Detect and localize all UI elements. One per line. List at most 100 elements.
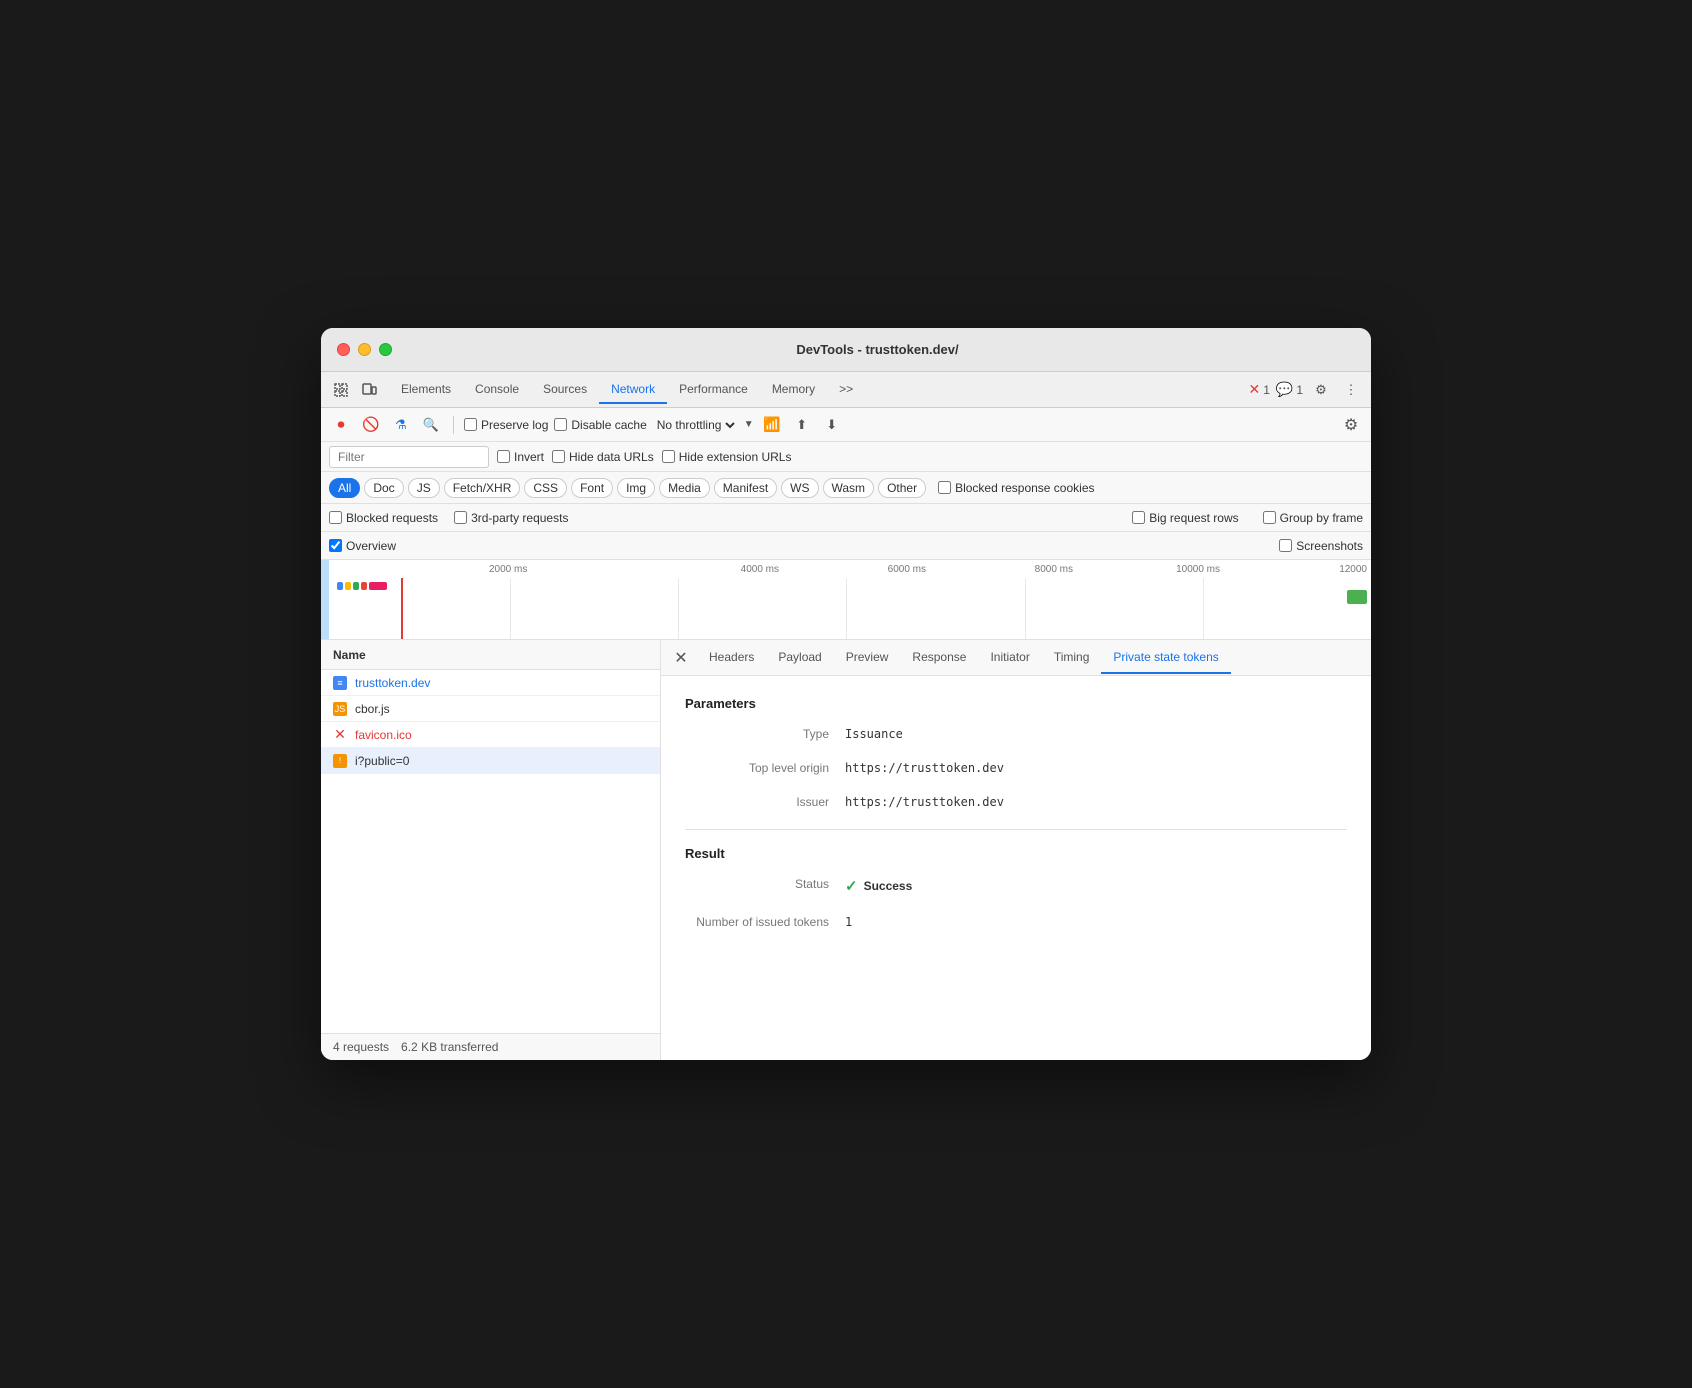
request-item-3[interactable]: ! i?public=0 xyxy=(321,748,660,774)
throttle-select[interactable]: No throttling xyxy=(653,417,738,433)
options-row: Blocked requests 3rd-party requests Big … xyxy=(321,504,1371,532)
hide-extension-urls-checkbox[interactable] xyxy=(662,450,675,463)
screenshots-checkbox[interactable] xyxy=(1279,539,1292,552)
request-item-2[interactable]: ✕ favicon.ico xyxy=(321,722,660,748)
download-icon[interactable]: ⬇ xyxy=(820,413,844,437)
request-item-1[interactable]: JS cbor.js xyxy=(321,696,660,722)
filter-bar: Invert Hide data URLs Hide extension URL… xyxy=(321,442,1371,472)
filter-btn-doc[interactable]: Doc xyxy=(364,478,403,498)
filter-btn-js[interactable]: JS xyxy=(408,478,440,498)
filter-btn-ws[interactable]: WS xyxy=(781,478,818,498)
timeline-vline-3 xyxy=(846,578,847,639)
timeline-label-5: 12000 xyxy=(1224,564,1371,575)
third-party-requests-label[interactable]: 3rd-party requests xyxy=(454,511,568,525)
inspect-element-icon[interactable] xyxy=(329,378,353,402)
overview-checkbox[interactable] xyxy=(329,539,342,552)
tab-memory[interactable]: Memory xyxy=(760,376,827,404)
hide-data-urls-checkbox[interactable] xyxy=(552,450,565,463)
devtools-body: Elements Console Sources Network Perform… xyxy=(321,372,1371,1060)
detail-tab-preview[interactable]: Preview xyxy=(834,642,901,674)
result-section: Result Status ✓ Success Number of issued… xyxy=(685,846,1347,929)
param-row-status: Status ✓ Success xyxy=(685,877,1347,895)
clear-button[interactable]: 🚫 xyxy=(359,413,383,437)
blocked-requests-label[interactable]: Blocked requests xyxy=(329,511,438,525)
filter-btn-css[interactable]: CSS xyxy=(524,478,567,498)
timeline-green-block xyxy=(1347,590,1367,604)
filter-btn-media[interactable]: Media xyxy=(659,478,710,498)
hide-extension-urls-label[interactable]: Hide extension URLs xyxy=(662,450,792,464)
blocked-response-cookies-label[interactable]: Blocked response cookies xyxy=(938,481,1094,495)
third-party-requests-checkbox[interactable] xyxy=(454,511,467,524)
minimize-button[interactable] xyxy=(358,343,371,356)
timeline-label-1: 4000 ms xyxy=(636,564,783,575)
detail-content: Parameters Type Issuance Top level origi… xyxy=(661,676,1371,1060)
title-bar: DevTools - trusttoken.dev/ xyxy=(321,328,1371,372)
filter-btn-fetch-xhr[interactable]: Fetch/XHR xyxy=(444,478,521,498)
blocked-requests-checkbox[interactable] xyxy=(329,511,342,524)
disable-cache-checkbox[interactable] xyxy=(554,418,567,431)
warn-count: 1 xyxy=(1296,383,1303,397)
param-row-top-level-origin: Top level origin https://trusttoken.dev xyxy=(685,761,1347,775)
tabs-icons xyxy=(329,378,381,402)
param-value-type: Issuance xyxy=(845,727,903,741)
request-item-0[interactable]: ≡ trusttoken.dev xyxy=(321,670,660,696)
act-bar-2 xyxy=(345,582,351,590)
preserve-log-label[interactable]: Preserve log xyxy=(464,418,548,432)
wifi-icon[interactable]: 📶 xyxy=(760,413,784,437)
preserve-log-checkbox[interactable] xyxy=(464,418,477,431)
invert-checkbox[interactable] xyxy=(497,450,510,463)
filter-btn-other[interactable]: Other xyxy=(878,478,926,498)
tab-more[interactable]: >> xyxy=(827,376,865,404)
blocked-response-cookies-checkbox[interactable] xyxy=(938,481,951,494)
group-by-frame-checkbox[interactable] xyxy=(1263,511,1276,524)
filter-btn-img[interactable]: Img xyxy=(617,478,655,498)
big-request-rows-checkbox[interactable] xyxy=(1132,511,1145,524)
error-badge: ✕ 1 xyxy=(1248,381,1269,398)
tab-performance[interactable]: Performance xyxy=(667,376,760,404)
detail-tab-timing[interactable]: Timing xyxy=(1042,642,1102,674)
timeline-area[interactable]: 2000 ms 4000 ms 6000 ms 8000 ms 10000 ms… xyxy=(321,560,1371,640)
tab-console[interactable]: Console xyxy=(463,376,531,404)
group-by-frame-label[interactable]: Group by frame xyxy=(1263,511,1363,525)
more-options-icon[interactable]: ⋮ xyxy=(1339,378,1363,402)
detail-tab-headers[interactable]: Headers xyxy=(697,642,766,674)
timeline-label-3: 8000 ms xyxy=(930,564,1077,575)
detail-close-button[interactable]: ✕ xyxy=(669,646,693,670)
maximize-button[interactable] xyxy=(379,343,392,356)
status-value: Success xyxy=(864,879,913,893)
detail-tab-initiator[interactable]: Initiator xyxy=(978,642,1041,674)
tab-sources[interactable]: Sources xyxy=(531,376,599,404)
tab-elements[interactable]: Elements xyxy=(389,376,463,404)
network-settings-icon[interactable]: ⚙ xyxy=(1339,413,1363,437)
timeline-vline-4 xyxy=(1025,578,1026,639)
filter-btn-all[interactable]: All xyxy=(329,478,360,498)
divider-1 xyxy=(453,416,454,434)
device-toolbar-icon[interactable] xyxy=(357,378,381,402)
upload-icon[interactable]: ⬆ xyxy=(790,413,814,437)
filter-input[interactable] xyxy=(329,446,489,468)
devtools-window: DevTools - trusttoken.dev/ xyxy=(321,328,1371,1060)
screenshots-label[interactable]: Screenshots xyxy=(1279,539,1363,553)
filter-btn-font[interactable]: Font xyxy=(571,478,613,498)
record-stop-button[interactable]: ⏺ xyxy=(329,413,353,437)
detail-tab-response[interactable]: Response xyxy=(900,642,978,674)
tab-network[interactable]: Network xyxy=(599,376,667,404)
filter-icon[interactable]: ⚗ xyxy=(389,413,413,437)
close-button[interactable] xyxy=(337,343,350,356)
req-name-2: favicon.ico xyxy=(355,728,412,742)
request-list-header: Name xyxy=(321,640,660,670)
detail-tab-private-state-tokens[interactable]: Private state tokens xyxy=(1101,642,1230,674)
settings-icon[interactable]: ⚙ xyxy=(1309,378,1333,402)
result-title: Result xyxy=(685,846,1347,861)
section-divider xyxy=(685,829,1347,830)
disable-cache-label[interactable]: Disable cache xyxy=(554,418,646,432)
act-bar-1 xyxy=(337,582,343,590)
hide-data-urls-label[interactable]: Hide data URLs xyxy=(552,450,654,464)
filter-btn-wasm[interactable]: Wasm xyxy=(823,478,875,498)
big-request-rows-label[interactable]: Big request rows xyxy=(1132,511,1238,525)
detail-tab-payload[interactable]: Payload xyxy=(766,642,833,674)
overview-label[interactable]: Overview xyxy=(329,539,396,553)
search-icon[interactable]: 🔍 xyxy=(419,413,443,437)
invert-label[interactable]: Invert xyxy=(497,450,544,464)
filter-btn-manifest[interactable]: Manifest xyxy=(714,478,777,498)
